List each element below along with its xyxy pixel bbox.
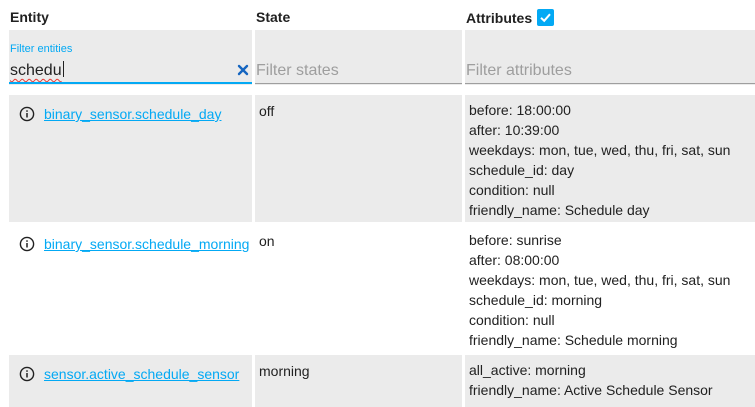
attribute-item: before: sunrise bbox=[469, 232, 562, 248]
entity-link[interactable]: binary_sensor.schedule_morning bbox=[44, 236, 249, 252]
attribute-item: weekdays: mon, tue, wed, thu, fri, sat, … bbox=[469, 142, 731, 158]
close-icon bbox=[237, 64, 249, 76]
clear-filter-button[interactable] bbox=[236, 63, 250, 77]
state-filter-input[interactable]: Filter states bbox=[256, 62, 339, 80]
attribute-item: friendly_name: Schedule day bbox=[469, 202, 650, 218]
show-attributes-checkbox[interactable] bbox=[537, 9, 555, 26]
attributes-column-header: Attributes bbox=[466, 9, 555, 26]
state-cell bbox=[255, 95, 462, 222]
entity-filter-input[interactable]: schedu bbox=[10, 61, 64, 80]
attributes-filter-underline bbox=[465, 83, 755, 84]
attribute-item: before: 18:00:00 bbox=[469, 102, 571, 118]
attribute-item: schedule_id: day bbox=[469, 162, 575, 178]
attribute-item: after: 08:00:00 bbox=[469, 252, 560, 268]
attribute-item: all_active: morning bbox=[469, 362, 586, 378]
attributes-header-label: Attributes bbox=[466, 9, 533, 26]
text-caret bbox=[62, 61, 64, 77]
attribute-item: after: 10:39:00 bbox=[469, 122, 560, 138]
info-icon[interactable] bbox=[19, 106, 35, 122]
attribute-item: condition: null bbox=[469, 182, 555, 198]
attributes-filter-input[interactable]: Filter attributes bbox=[466, 62, 572, 80]
entity-state: off bbox=[259, 103, 275, 119]
entity-filter-label: Filter entities bbox=[10, 43, 73, 55]
attribute-item: weekdays: mon, tue, wed, thu, fri, sat, … bbox=[469, 272, 731, 288]
check-icon bbox=[540, 13, 551, 23]
attributes-list: all_active: morning friendly_name: Activ… bbox=[469, 360, 713, 400]
info-icon[interactable] bbox=[19, 366, 35, 382]
info-icon[interactable] bbox=[19, 236, 35, 252]
entity-link[interactable]: binary_sensor.schedule_day bbox=[44, 106, 221, 122]
attribute-item: schedule_id: morning bbox=[469, 292, 603, 308]
entity-state: morning bbox=[259, 363, 310, 379]
entity-column-header: Entity bbox=[10, 9, 49, 25]
entity-filter-value: schedu bbox=[10, 62, 62, 79]
attribute-item: friendly_name: Active Schedule Sensor bbox=[469, 382, 713, 398]
attributes-list: before: sunrise after: 08:00:00 weekdays… bbox=[469, 230, 730, 350]
state-filter-underline bbox=[255, 83, 462, 84]
entity-filter-underline bbox=[9, 82, 252, 84]
attribute-item: friendly_name: Schedule morning bbox=[469, 332, 678, 348]
entity-state: on bbox=[259, 233, 275, 249]
attribute-item: condition: null bbox=[469, 312, 555, 328]
state-column-header: State bbox=[256, 9, 291, 25]
attributes-list: before: 18:00:00 after: 10:39:00 weekday… bbox=[469, 100, 730, 220]
entity-link[interactable]: sensor.active_schedule_sensor bbox=[44, 366, 239, 382]
